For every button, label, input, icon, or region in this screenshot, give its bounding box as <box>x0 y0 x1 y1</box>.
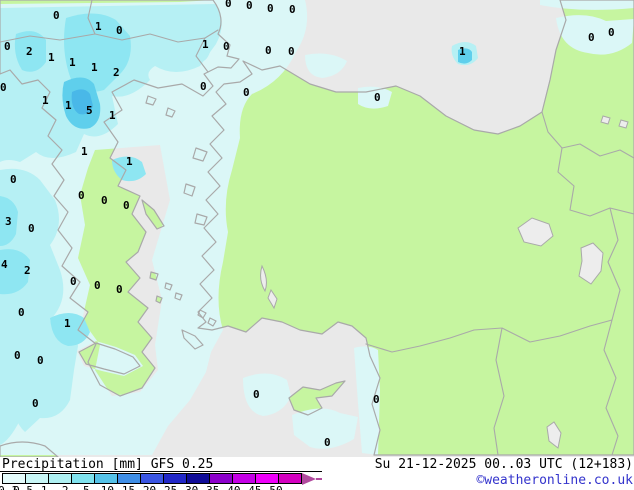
legend-units: [mm] <box>112 457 143 472</box>
copyright-link[interactable]: ©weatheronline.co.uk <box>375 473 633 488</box>
scale-segment <box>209 473 233 484</box>
legend-title: Precipitation [mm] GFS 0.25 <box>0 457 322 472</box>
datetime-label: Su 21-12-2025 00..03 UTC (12+183) <box>375 457 633 472</box>
color-scale-row <box>2 473 322 484</box>
scale-tick-label: 50 <box>269 484 282 490</box>
legend-model: GFS 0.25 <box>151 457 214 472</box>
scale-segment <box>48 473 72 484</box>
scale-segment <box>94 473 118 484</box>
scale-segment <box>140 473 164 484</box>
scale-overflow-arrow-icon <box>302 473 316 485</box>
scale-segment <box>186 473 210 484</box>
legend: Precipitation [mm] GFS 0.25 0.10.5125101… <box>0 457 322 490</box>
scale-tick-label: 15 <box>122 484 135 490</box>
scale-segment <box>278 473 302 484</box>
scale-tick-label: 20 <box>143 484 156 490</box>
legend-bar: Precipitation [mm] GFS 0.25 0.10.5125101… <box>0 457 634 490</box>
map-canvas <box>0 0 634 457</box>
scale-segment <box>163 473 187 484</box>
scale-segment <box>117 473 141 484</box>
weather-map-screen: 0100211120115110000100000010010000304200… <box>0 0 634 490</box>
scale-segment <box>25 473 49 484</box>
color-scale-bar <box>2 473 301 484</box>
scale-tick-label: 0.5 <box>13 484 33 490</box>
scale-segment <box>2 473 26 484</box>
scale-tick-label: 2 <box>62 484 69 490</box>
scale-tick-label: 35 <box>206 484 219 490</box>
map-meta: Su 21-12-2025 00..03 UTC (12+183) ©weath… <box>375 457 633 488</box>
color-scale-labels: 0.10.5125101520253035404550 <box>2 484 322 490</box>
scale-segment <box>232 473 256 484</box>
scale-overflow-tail <box>316 478 322 480</box>
scale-tick-label: 45 <box>248 484 261 490</box>
scale-tick-label: 25 <box>164 484 177 490</box>
scale-tick-label: 40 <box>227 484 240 490</box>
scale-segment <box>71 473 95 484</box>
scale-tick-label: 1 <box>41 484 48 490</box>
scale-tick-label: 10 <box>101 484 114 490</box>
scale-tick-label: 30 <box>185 484 198 490</box>
precipitation-map: 0100211120115110000100000010010000304200… <box>0 0 634 457</box>
scale-segment <box>255 473 279 484</box>
scale-tick-label: 5 <box>83 484 90 490</box>
legend-parameter: Precipitation <box>2 457 104 472</box>
